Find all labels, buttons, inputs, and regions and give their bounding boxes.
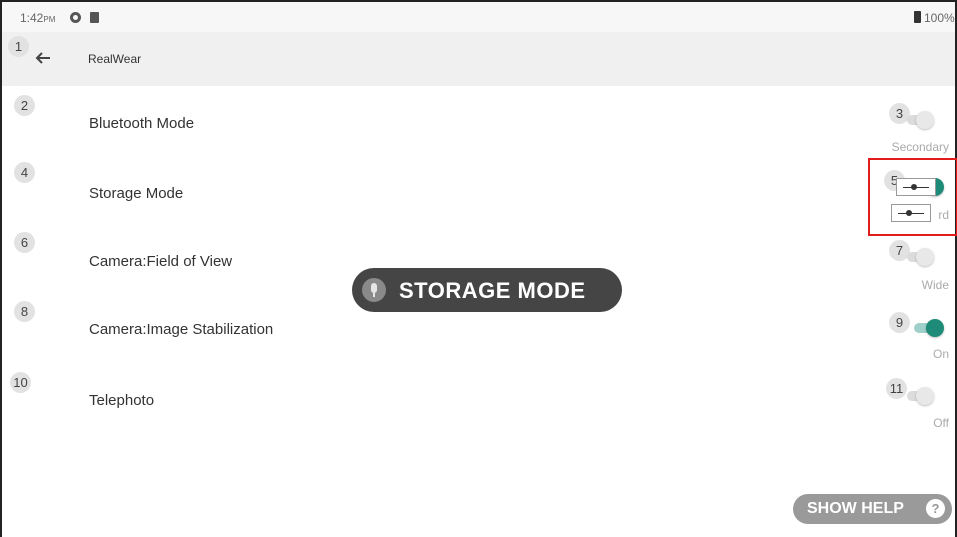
voice-command-text: STORAGE MODE bbox=[399, 278, 586, 303]
status-bar: 1:42PM 100% bbox=[2, 2, 955, 32]
setting-label-bluetooth-mode: Bluetooth Mode bbox=[89, 115, 195, 132]
voice-number-4: 4 bbox=[14, 162, 35, 183]
sd-card-status-icon bbox=[90, 12, 99, 23]
voice-number-10: 10 bbox=[10, 372, 31, 393]
highlight-box bbox=[868, 158, 957, 236]
voice-number-1: 1 bbox=[8, 36, 29, 57]
voice-number-8: 8 bbox=[14, 301, 35, 322]
setting-label-camera-field-of-view: Camera:Field of View bbox=[89, 253, 233, 270]
voice-command-toast: STORAGE MODE bbox=[352, 268, 622, 312]
battery-icon bbox=[914, 11, 921, 23]
setting-label-camera-image-stabilization: Camera:Image Stabilization bbox=[89, 321, 274, 338]
setting-label-telephoto: Telephoto bbox=[89, 392, 155, 409]
status-time-ampm: PM bbox=[43, 15, 56, 24]
status-time-value: 1:42 bbox=[20, 11, 44, 25]
setting-label-storage-mode: Storage Mode bbox=[89, 185, 184, 202]
camera-field-of-view-switch-thumb[interactable] bbox=[916, 248, 934, 266]
setting-value-bluetooth-mode: Secondary bbox=[891, 140, 949, 154]
show-help-label: SHOW HELP bbox=[807, 500, 904, 517]
bluetooth-mode-switch-thumb[interactable] bbox=[916, 111, 934, 129]
battery-percent: 100% bbox=[924, 11, 955, 25]
voice-number-2: 2 bbox=[14, 95, 35, 116]
voice-number-6: 6 bbox=[14, 232, 35, 253]
camera-image-stabilization-switch-thumb[interactable] bbox=[926, 319, 944, 337]
setting-value-camera-field-of-view: Wide bbox=[921, 278, 949, 292]
voice-number-9: 9 bbox=[889, 312, 910, 333]
question-mark-icon: ? bbox=[926, 499, 945, 518]
status-time: 1:42PM bbox=[20, 11, 55, 25]
back-arrow-icon[interactable] bbox=[34, 50, 52, 66]
app-title: RealWear bbox=[88, 52, 142, 66]
sync-status-icon bbox=[70, 12, 81, 23]
voice-number-11: 11 bbox=[886, 378, 907, 399]
telephoto-switch-thumb[interactable] bbox=[916, 387, 934, 405]
setting-value-telephoto: Off bbox=[933, 416, 949, 430]
microphone-icon bbox=[362, 278, 386, 302]
setting-value-camera-image-stabilization: On bbox=[932, 347, 949, 361]
app-bar: RealWear bbox=[2, 32, 955, 86]
show-help-button[interactable]: SHOW HELP ? bbox=[793, 494, 952, 524]
